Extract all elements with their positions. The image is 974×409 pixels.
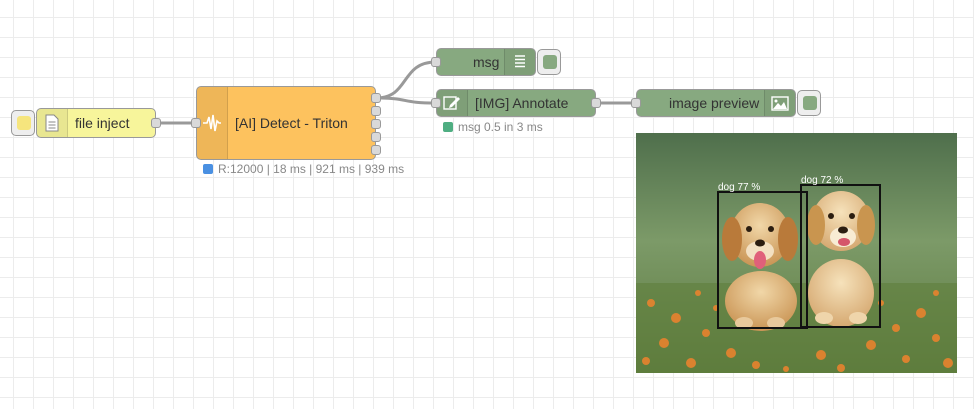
annotated-image-preview: dog 77 % dog 72 % xyxy=(636,133,957,373)
image-preview-label: image preview xyxy=(669,95,760,111)
ai-detect-input-port[interactable] xyxy=(191,118,201,128)
debug-toggle-inner xyxy=(543,55,557,69)
detection-label-1: dog 77 % xyxy=(718,182,760,193)
img-annotate-node[interactable]: [IMG] Annotate xyxy=(436,89,596,117)
file-inject-node[interactable]: file inject xyxy=(36,108,156,138)
wire-detect-to-msg[interactable] xyxy=(375,60,437,100)
status-dot xyxy=(443,122,453,132)
msg-debug-node[interactable]: msg xyxy=(436,48,536,76)
msg-label: msg xyxy=(473,54,500,70)
file-inject-output-port[interactable] xyxy=(151,118,161,128)
waveform-icon xyxy=(197,87,228,159)
ai-detect-triton-node[interactable]: [AI] Detect - Triton xyxy=(196,86,376,160)
debug-toggle-button[interactable] xyxy=(537,49,561,75)
annotate-status-text: msg 0.5 in 3 ms xyxy=(458,120,543,134)
ai-detect-output-port-1[interactable] xyxy=(371,93,381,103)
annotate-output-port[interactable] xyxy=(591,98,601,108)
pencil-icon xyxy=(437,90,468,116)
annotate-label: [IMG] Annotate xyxy=(475,95,569,111)
ai-detect-label: [AI] Detect - Triton xyxy=(235,115,348,131)
wire-detect-to-annotate[interactable] xyxy=(375,96,437,105)
image-preview-node[interactable]: image preview xyxy=(636,89,796,117)
preview-toggle-inner xyxy=(803,96,817,110)
ai-detect-status: R:12000 | 18 ms | 921 ms | 939 ms xyxy=(203,162,404,176)
msg-input-port[interactable] xyxy=(431,57,441,67)
file-inject-label: file inject xyxy=(75,115,130,131)
preview-toggle-button[interactable] xyxy=(797,90,821,116)
inject-button[interactable] xyxy=(11,110,35,136)
annotate-input-port[interactable] xyxy=(431,98,441,108)
list-icon xyxy=(504,49,535,75)
image-preview-input-port[interactable] xyxy=(631,98,641,108)
image-icon xyxy=(764,90,795,116)
flow-canvas[interactable]: file inject [AI] Detect - Triton R:12000… xyxy=(0,0,974,409)
inject-button-inner xyxy=(17,116,31,130)
annotate-status: msg 0.5 in 3 ms xyxy=(443,120,543,134)
ai-detect-status-text: R:12000 | 18 ms | 921 ms | 939 ms xyxy=(218,162,405,176)
file-icon xyxy=(37,109,68,137)
ai-detect-output-port-5[interactable] xyxy=(371,145,381,155)
status-dot xyxy=(203,164,213,174)
ai-detect-output-port-4[interactable] xyxy=(371,132,381,142)
dog-photo: dog 77 % dog 72 % xyxy=(636,133,957,373)
ai-detect-output-port-2[interactable] xyxy=(371,106,381,116)
detection-label-2: dog 72 % xyxy=(801,175,843,186)
ai-detect-output-port-3[interactable] xyxy=(371,119,381,129)
